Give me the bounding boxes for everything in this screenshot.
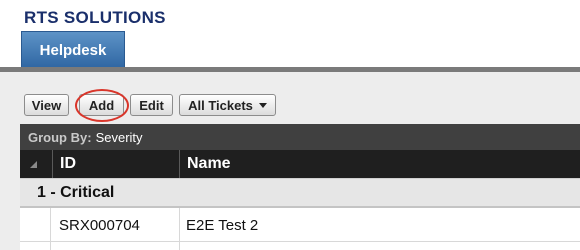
table-header: ID Name bbox=[20, 150, 580, 178]
brand-logo: RTS SOLUTIONS bbox=[24, 8, 166, 27]
cell-name: E2E Test 2 bbox=[186, 216, 259, 234]
header-separator bbox=[52, 150, 53, 178]
column-header-name[interactable]: Name bbox=[187, 150, 567, 178]
column-divider bbox=[179, 208, 180, 250]
chevron-down-icon bbox=[258, 102, 267, 108]
edit-button[interactable]: Edit bbox=[130, 94, 173, 116]
add-button[interactable]: Add bbox=[79, 94, 124, 116]
view-button[interactable]: View bbox=[24, 94, 69, 116]
all-tickets-dropdown[interactable]: All Tickets bbox=[179, 94, 276, 116]
tab-helpdesk[interactable]: Helpdesk bbox=[21, 31, 125, 68]
group-by-label: Group By: bbox=[28, 129, 92, 145]
sort-column-header[interactable] bbox=[20, 150, 52, 178]
cell-id: SRX000704 bbox=[59, 216, 140, 234]
group-by-bar: Group By: Severity bbox=[20, 124, 580, 150]
group-row-label: 1 - Critical bbox=[37, 183, 115, 201]
row-gutter bbox=[20, 208, 51, 250]
table-row[interactable]: SRX000704 E2E Test 2 bbox=[20, 208, 580, 242]
table-row-partial bbox=[20, 242, 580, 250]
group-row-critical[interactable]: 1 - Critical bbox=[20, 178, 580, 208]
sort-triangle-icon bbox=[30, 160, 37, 168]
group-by-value: Severity bbox=[95, 129, 143, 145]
column-header-id[interactable]: ID bbox=[60, 150, 178, 178]
all-tickets-label: All Tickets bbox=[188, 97, 253, 113]
header-separator bbox=[179, 150, 180, 178]
